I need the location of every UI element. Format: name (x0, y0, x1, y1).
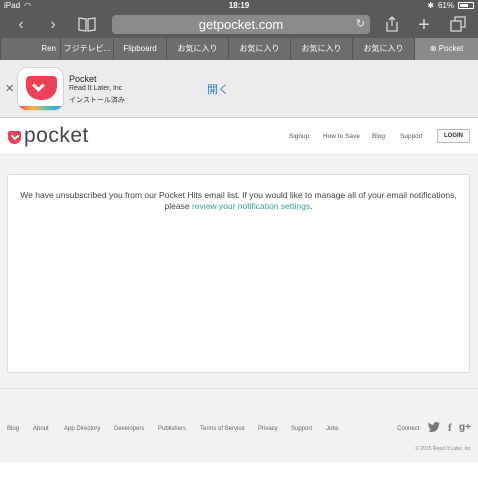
main-content: We have unsubscribed you from our Pocket… (0, 155, 478, 388)
copyright: © 2015 Read It Later, Inc (415, 446, 471, 452)
footer-link-publishers[interactable]: Publishers (158, 426, 186, 432)
footer-link-terms[interactable]: Terms of Service (200, 426, 245, 432)
footer-link-developers[interactable]: Developers (114, 426, 144, 432)
battery-percent: 61% (437, 1, 454, 10)
pocket-logo-text: pocket (24, 124, 89, 147)
pocket-logo[interactable]: pocket (8, 124, 89, 148)
nav-support[interactable]: Support (400, 133, 423, 140)
site-header: pocket Signup How to Save Blog Support L… (0, 119, 478, 155)
notification-settings-link[interactable]: review your notification settings (192, 201, 310, 211)
address-bar[interactable]: getpocket.com ↻ (112, 15, 370, 34)
nav-how-to-save[interactable]: How to Save (323, 133, 360, 140)
new-tab-icon[interactable]: + (415, 15, 433, 35)
status-time: 18:19 (228, 1, 250, 10)
google-plus-icon[interactable]: g+ (459, 422, 471, 433)
tab-ren[interactable]: Ren (0, 38, 60, 60)
tab-close-icon[interactable]: ⊗ (430, 44, 437, 53)
footer-link-jobs[interactable]: Jobs (326, 426, 339, 432)
pocket-logo-icon (8, 131, 21, 144)
nav-signup[interactable]: Signup (289, 133, 309, 140)
pocket-app-icon (17, 67, 64, 111)
tabs-overview-icon[interactable] (449, 16, 467, 34)
tab-favorites-3[interactable]: お気に入り (290, 38, 352, 60)
tab-flipboard[interactable]: Flipboard (113, 38, 166, 60)
tab-favorites-1[interactable]: お気に入り (166, 38, 228, 60)
app-developer: Read It Later, Inc (69, 85, 123, 92)
app-install-status: インストール済み (69, 97, 125, 104)
url-text: getpocket.com (198, 17, 284, 32)
footer-link-privacy[interactable]: Privacy (258, 426, 278, 432)
login-button[interactable]: LOGIN (437, 129, 470, 143)
footer-link-support[interactable]: Support (291, 426, 312, 432)
footer-connect-label: Connect (397, 426, 420, 432)
bookmarks-icon[interactable] (78, 16, 96, 34)
bluetooth-icon: ✱ (427, 1, 434, 10)
book-icon (78, 17, 96, 32)
tab-bar: Ren フジテレビ... Flipboard お気に入り お気に入り お気に入り… (0, 38, 478, 60)
battery-icon (458, 2, 474, 9)
status-bar: iPad ◠ 18:19 ✱ 61% (0, 0, 478, 12)
banner-close-icon[interactable]: ✕ (5, 82, 14, 95)
message-card: We have unsubscribed you from our Pocket… (7, 174, 470, 373)
footer-link-about[interactable]: About (33, 426, 49, 432)
tab-favorites-4[interactable]: お気に入り (352, 38, 414, 60)
nav-blog[interactable]: Blog (372, 133, 385, 140)
tab-favorites-2[interactable]: お気に入り (228, 38, 290, 60)
tab-fujitv[interactable]: フジテレビ... (60, 38, 113, 60)
app-banner: ✕ Pocket Read It Later, Inc インストール済み 開く (0, 60, 478, 118)
page-bottom (0, 462, 478, 500)
tab-pocket-label: Pocket (438, 44, 464, 53)
open-app-button[interactable]: 開く (207, 81, 229, 97)
site-footer: Blog About App Directory Developers Publ… (0, 388, 478, 462)
footer-link-blog[interactable]: Blog (7, 426, 19, 432)
twitter-icon[interactable] (428, 422, 440, 435)
facebook-icon[interactable]: f (448, 422, 452, 434)
message-end: . (310, 201, 313, 211)
app-name: Pocket (69, 74, 97, 84)
forward-icon[interactable]: › (44, 16, 62, 34)
reload-icon[interactable]: ↻ (356, 15, 365, 34)
footer-link-app-directory[interactable]: App Directory (64, 426, 100, 432)
unsubscribe-message: We have unsubscribed you from our Pocket… (16, 190, 461, 212)
browser-toolbar: ‹ › getpocket.com ↻ + (0, 12, 478, 38)
share-icon[interactable] (383, 16, 401, 34)
tab-pocket[interactable]: ⊗ Pocket (414, 38, 478, 60)
back-icon[interactable]: ‹ (12, 16, 30, 34)
